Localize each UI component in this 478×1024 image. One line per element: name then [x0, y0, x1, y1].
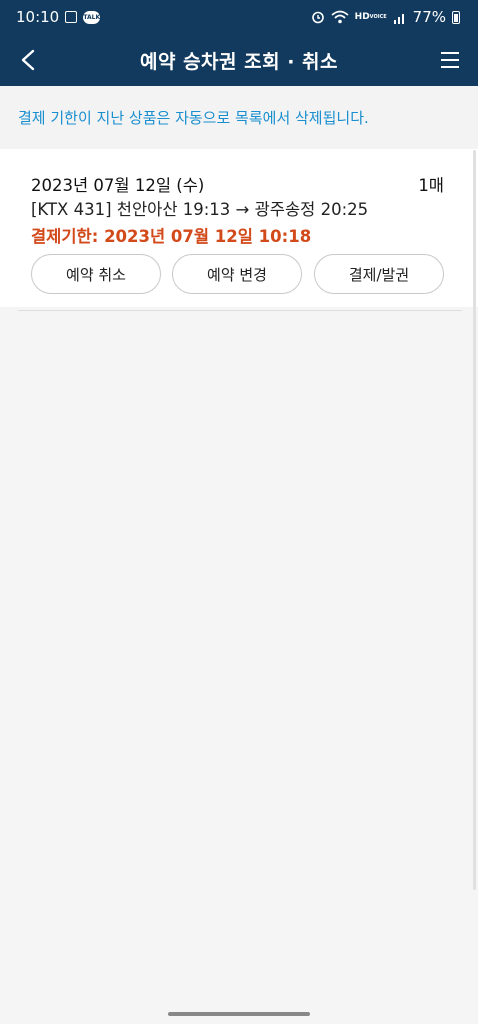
cancel-reservation-button[interactable]: 예약 취소 — [31, 254, 161, 294]
header: 10:10 TALK HD VOICE 77% 예약 승차권 조회 · 취소 — [0, 0, 478, 86]
notice-text: 결제 기한이 지난 상품은 자동으로 목록에서 삭제됩니다. — [0, 86, 478, 149]
hd-voice-icon: HD VOICE — [354, 12, 387, 22]
reservation-date: 2023년 07월 12일 (수) — [31, 176, 205, 195]
train-route: [KTX 431] 천안아산 19:13 → 광주송정 20:25 — [31, 200, 369, 219]
back-arrow-icon — [21, 49, 35, 71]
app-bar: 예약 승차권 조회 · 취소 — [0, 34, 478, 86]
status-bar: 10:10 TALK HD VOICE 77% — [0, 0, 478, 34]
menu-button[interactable] — [434, 44, 466, 76]
battery-percent: 77% — [412, 8, 446, 26]
hamburger-menu-icon — [441, 52, 459, 68]
home-indicator[interactable] — [168, 1012, 310, 1016]
back-button[interactable] — [12, 44, 44, 76]
scrollbar[interactable] — [473, 150, 476, 890]
payment-deadline: 결제기한: 2023년 07월 12일 10:18 — [31, 227, 312, 246]
page-title: 예약 승차권 조회 · 취소 — [140, 50, 338, 73]
gallery-icon — [65, 11, 78, 23]
kakaotalk-icon: TALK — [83, 10, 101, 24]
wifi-icon — [331, 10, 349, 24]
signal-icon — [393, 11, 407, 24]
change-reservation-button[interactable]: 예약 변경 — [172, 254, 302, 294]
status-time: 10:10 — [16, 8, 60, 26]
pay-issue-button[interactable]: 결제/발권 — [314, 254, 444, 294]
battery-icon — [452, 10, 460, 24]
divider — [18, 310, 462, 311]
ticket-count: 1매 — [418, 176, 444, 195]
alarm-icon — [311, 10, 325, 24]
